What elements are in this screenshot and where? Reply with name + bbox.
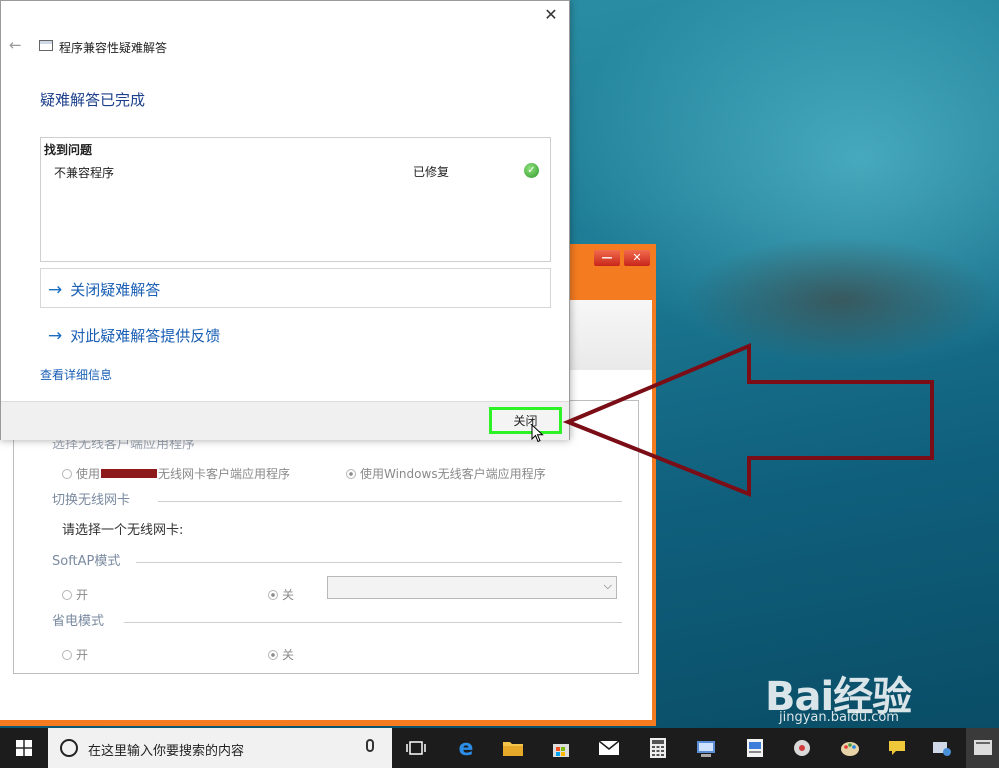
- page-heading: 疑难解答已完成: [40, 91, 146, 109]
- watermark-url: jingyan.baidu.com: [779, 710, 899, 725]
- problems-found-box: 找到问题 不兼容程序 已修复 ✓: [40, 137, 551, 262]
- taskbar-search[interactable]: 在这里输入你要搜索的内容: [48, 728, 392, 768]
- edge-browser-icon[interactable]: e: [454, 736, 478, 761]
- back-arrow-icon[interactable]: ←: [9, 36, 22, 54]
- cortana-icon: [60, 739, 78, 757]
- chat-app-icon[interactable]: [885, 736, 909, 760]
- mouse-cursor-icon: [531, 424, 544, 443]
- problems-found-header: 找到问题: [44, 143, 93, 157]
- calculator-icon[interactable]: [646, 736, 670, 760]
- task-view-icon[interactable]: [404, 736, 428, 760]
- radio-windows-label: 使用Windows无线客户端应用程序: [360, 467, 546, 481]
- dialog-footer: 关闭: [1, 401, 569, 440]
- section-softap: SoftAP模式: [52, 554, 121, 569]
- troubleshooter-dialog: ✕ ← 程序兼容性疑难解答 疑难解答已完成 找到问题 不兼容程序 已修复 ✓ →…: [0, 0, 570, 440]
- search-placeholder: 在这里输入你要搜索的内容: [88, 744, 245, 759]
- chevron-down-icon: ⌵: [603, 579, 612, 592]
- radio-on-label: 开: [76, 588, 89, 602]
- radio-softap-on[interactable]: 开: [62, 586, 88, 603]
- mail-icon[interactable]: [597, 736, 621, 760]
- radio-dot: [62, 468, 72, 479]
- active-window-indicator[interactable]: [966, 728, 999, 768]
- arrow-right-icon: →: [48, 325, 63, 346]
- radio-windows-client[interactable]: 使用Windows无线客户端应用程序: [346, 465, 546, 482]
- radio-dot: [62, 649, 72, 660]
- section-switch-adapter: 切换无线网卡: [52, 493, 131, 508]
- issue-status: 已修复: [413, 165, 450, 179]
- section-power-save: 省电模式: [52, 614, 105, 629]
- settings-group: 选择无线客户端应用程序 使用 无线网卡客户端应用程序 使用Windows无线客户…: [13, 400, 639, 674]
- microphone-icon[interactable]: [366, 739, 374, 752]
- radio-dot: [62, 589, 72, 600]
- minimize-button[interactable]: —: [594, 250, 620, 266]
- radio-vendor-client[interactable]: 使用 无线网卡客户端应用程序: [62, 465, 290, 482]
- check-icon: ✓: [524, 163, 539, 178]
- taskbar: 在这里输入你要搜索的内容 e: [0, 728, 999, 768]
- paint-icon[interactable]: [838, 736, 862, 760]
- view-details-link[interactable]: 查看详细信息: [40, 366, 112, 383]
- baidu-watermark: Bai经验 jingyan.baidu.com: [765, 664, 965, 726]
- select-adapter-label: 请选择一个无线网卡:: [62, 523, 184, 538]
- close-troubleshooter-link[interactable]: → 关闭疑难解答: [48, 279, 160, 300]
- radio-dot: [268, 649, 278, 660]
- radio-vendor-suffix: 无线网卡客户端应用程序: [158, 467, 291, 481]
- arrow-right-icon: →: [48, 279, 63, 300]
- issue-name: 不兼容程序: [54, 166, 115, 180]
- media-app-icon[interactable]: [790, 736, 814, 760]
- divider: [136, 562, 622, 563]
- file-explorer-icon[interactable]: [501, 736, 525, 760]
- redacted-brand: [101, 469, 158, 478]
- radio-dot: [346, 468, 356, 479]
- window-close-button[interactable]: ✕: [624, 250, 650, 266]
- document-app-icon[interactable]: [743, 736, 767, 760]
- radio-off-label: 关: [282, 588, 295, 602]
- annotation-arrow-icon: [562, 342, 934, 497]
- troubleshooter-app-icon: [39, 40, 53, 51]
- settings-app-icon[interactable]: [930, 736, 954, 760]
- close-troubleshooter-label: 关闭疑难解答: [70, 281, 161, 299]
- feedback-link[interactable]: → 对此疑难解答提供反馈: [48, 325, 220, 346]
- divider: [124, 622, 622, 623]
- feedback-label: 对此疑难解答提供反馈: [70, 327, 221, 345]
- close-button[interactable]: 关闭: [489, 407, 562, 434]
- radio-vendor-prefix: 使用: [76, 467, 101, 481]
- radio-power-on[interactable]: 开: [62, 646, 88, 663]
- windows-logo-icon: [16, 740, 32, 756]
- store-icon[interactable]: [549, 736, 573, 760]
- start-button[interactable]: [0, 728, 48, 768]
- radio-off-label: 关: [282, 648, 295, 662]
- radio-softap-off[interactable]: 关: [268, 586, 294, 603]
- radio-on-label: 开: [76, 648, 89, 662]
- network-app-icon[interactable]: [694, 736, 718, 760]
- radio-dot: [268, 589, 278, 600]
- dialog-title: 程序兼容性疑难解答: [59, 41, 168, 55]
- radio-power-off[interactable]: 关: [268, 646, 294, 663]
- divider: [158, 501, 622, 502]
- close-icon[interactable]: ✕: [541, 5, 561, 24]
- adapter-select[interactable]: ⌵: [327, 576, 617, 599]
